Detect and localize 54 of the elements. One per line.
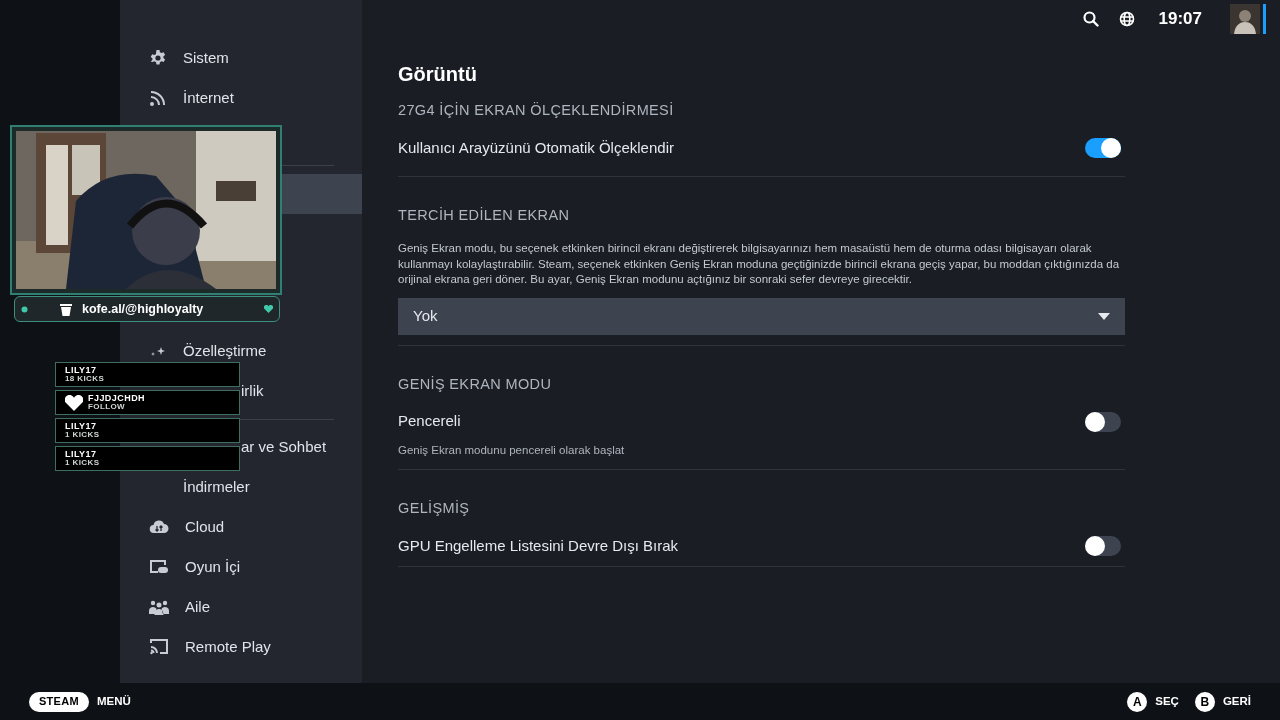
heart-icon: [65, 394, 83, 411]
alert-detail: 1 KICKS: [65, 431, 100, 439]
heart-icon: [264, 305, 273, 313]
alert-detail: 18 KICKS: [65, 375, 105, 383]
alert-detail: 1 KICKS: [65, 459, 100, 467]
globe-icon[interactable]: [1118, 11, 1135, 27]
setting-label: Pencereli: [398, 411, 461, 432]
sidebar-item[interactable]: Özelleştirme: [183, 339, 267, 363]
description-text: Geniş Ekran modu, bu seçenek etkinken birincil ekranı değiştirerek bilgisayarınızı hem masaüstü hem de oturma odası bilgisayarı olarak kullanmayı kolaylaştırabilir. Steam, seçenek etkinken Geniş Ekran moduna geçtiğinizde birincil ekrana geçiş yapar, bu moddan çıktığınızda da orijinal ekrana geri döner. Bu ayar, Geniş Ekran modunu açtığınız bir sonraki sefer devreye girecektir.: [398, 241, 1121, 287]
section-heading: TERCİH EDİLEN EKRAN: [398, 206, 571, 226]
controller-button-key: A: [1127, 691, 1148, 712]
alert-name: FJJDJCHDH: [88, 394, 146, 403]
display-dropdown[interactable]: Yok: [398, 297, 1125, 335]
people-icon: [149, 598, 169, 616]
controller-button-key: STEAM: [29, 691, 89, 712]
section-heading: 27G4 İÇİN EKRAN ÖLÇEKLENDİRMESİ: [398, 101, 675, 121]
section-heading: GELİŞMİŞ: [398, 498, 471, 518]
dot-icon: [21, 305, 28, 313]
search-icon[interactable]: [1082, 11, 1099, 27]
setting-label: Kullanıcı Arayüzünü Otomatik Ölçeklendir: [398, 137, 674, 158]
page-title: Görüntü: [398, 62, 478, 87]
cast-icon: [149, 638, 169, 656]
link-text: kofe.al/@highloyalty: [82, 300, 204, 318]
sidebar-item[interactable]: Remote Play: [185, 635, 271, 659]
sidebar-item[interactable]: irlik: [241, 379, 264, 403]
section-heading: GENİŞ EKRAN MODU: [398, 374, 553, 394]
sidebar-item[interactable]: Cloud: [185, 515, 225, 539]
setting-description: Geniş Ekran modunu pencereli olarak başlat: [398, 442, 626, 458]
screen-controller-icon: [149, 558, 169, 576]
sidebar-item[interactable]: Sistem: [183, 46, 229, 70]
button-hint-label: MENÜ: [96, 693, 131, 709]
sidebar-item[interactable]: İndirmeler: [183, 475, 250, 499]
toggle-switch[interactable]: [1085, 138, 1121, 158]
rss-icon: [149, 89, 167, 107]
caret-icon: [1098, 312, 1110, 320]
button-hint-label: SEÇ: [1155, 693, 1179, 709]
sidebar-item[interactable]: İnternet: [183, 86, 234, 110]
cloud-icon: [149, 518, 169, 536]
setting-label: GPU Engelleme Listesini Devre Dışı Bırak: [398, 535, 679, 556]
clock-time: 19:07: [1158, 8, 1202, 31]
alert-name: LILY17: [65, 366, 98, 375]
toggle-switch[interactable]: [1085, 411, 1121, 432]
alert-detail: FOLLOW: [88, 403, 127, 411]
gear-icon: [149, 49, 167, 67]
alert-name: LILY17: [65, 422, 98, 431]
sidebar-item[interactable]: ar ve Sohbet: [241, 435, 327, 459]
alert-name: LILY17: [65, 450, 98, 459]
toggle-switch[interactable]: [1085, 535, 1121, 556]
sparkle-icon: [151, 346, 165, 356]
sidebar-item[interactable]: Aile: [185, 595, 210, 619]
controller-button-key: B: [1194, 691, 1215, 712]
button-hint-label: GERİ: [1222, 693, 1251, 709]
sidebar-item[interactable]: Oyun İçi: [185, 555, 241, 579]
cup-icon: [58, 301, 74, 317]
